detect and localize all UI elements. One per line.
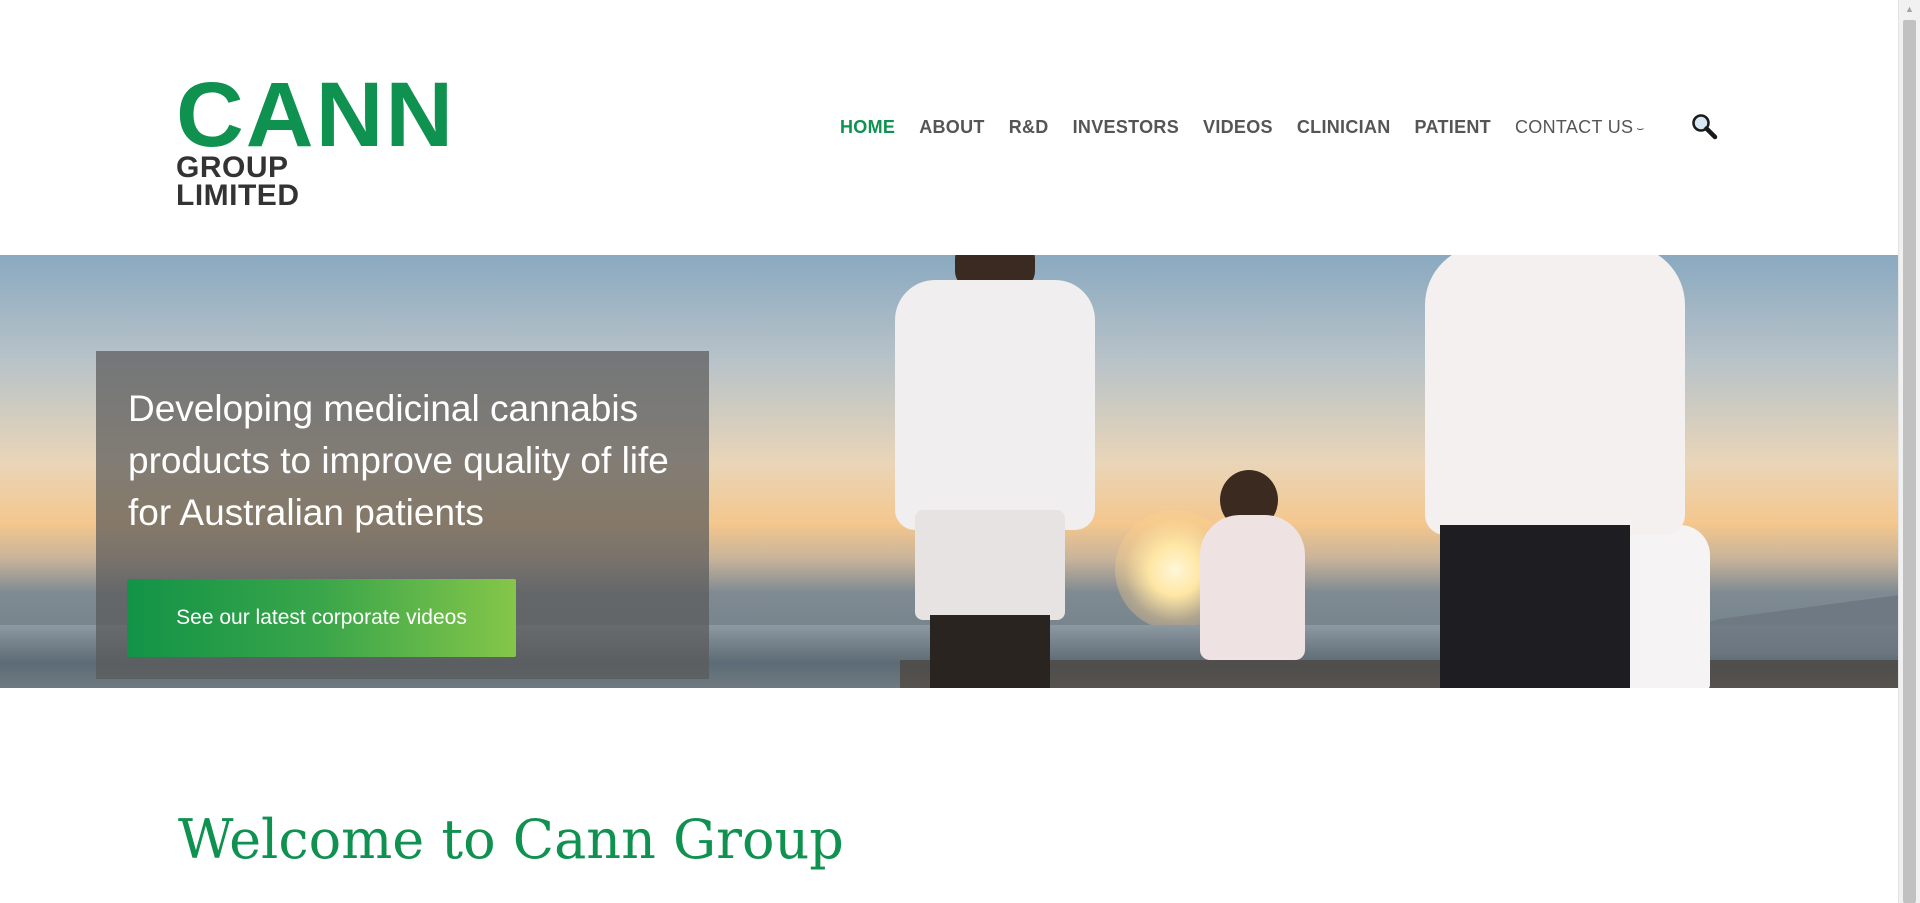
hero-figure-man-shorts	[915, 510, 1065, 620]
hero-figure-woman-jeans	[1440, 525, 1630, 688]
main-nav: HOME ABOUT R&D INVESTORS VIDEOS CLINICIA…	[840, 115, 1669, 139]
hero-figure-woman	[1425, 255, 1685, 535]
nav-item-home[interactable]: HOME	[840, 117, 895, 138]
scroll-up-icon[interactable]: ▲	[1899, 0, 1920, 18]
hero-figure-child	[1200, 515, 1305, 660]
nav-item-videos[interactable]: VIDEOS	[1203, 117, 1273, 138]
welcome-heading: Welcome to Cann Group	[178, 808, 844, 871]
vertical-scrollbar[interactable]: ▲	[1898, 0, 1920, 903]
chevron-down-icon: ⌣	[1636, 120, 1645, 135]
nav-item-patient[interactable]: PATIENT	[1415, 117, 1491, 138]
hero-headline: Developing medicinal cannabis products t…	[128, 388, 669, 533]
site-header: CANN GROUP LIMITED HOME ABOUT R&D INVEST…	[0, 0, 1899, 255]
hero-banner: Developing medicinal cannabis products t…	[0, 255, 1899, 688]
hero-figure-man	[895, 280, 1095, 530]
site-logo[interactable]: CANN GROUP LIMITED	[176, 69, 453, 211]
nav-item-investors[interactable]: INVESTORS	[1073, 117, 1179, 138]
logo-main-text: CANN	[176, 64, 456, 166]
hero-figure-man-legs	[930, 615, 1050, 688]
hero-caption-box: Developing medicinal cannabis products t…	[96, 351, 709, 679]
nav-item-contact-label: CONTACT US	[1514, 116, 1634, 137]
nav-item-rd[interactable]: R&D	[1009, 117, 1049, 138]
scrollbar-thumb[interactable]	[1903, 20, 1916, 903]
nav-item-about[interactable]: ABOUT	[919, 117, 985, 138]
corporate-videos-button[interactable]: See our latest corporate videos	[127, 579, 516, 657]
search-icon[interactable]	[1690, 112, 1720, 142]
nav-item-clinician[interactable]: CLINICIAN	[1297, 117, 1391, 138]
nav-item-contact-us[interactable]: CONTACT US ⌣	[1515, 117, 1645, 138]
